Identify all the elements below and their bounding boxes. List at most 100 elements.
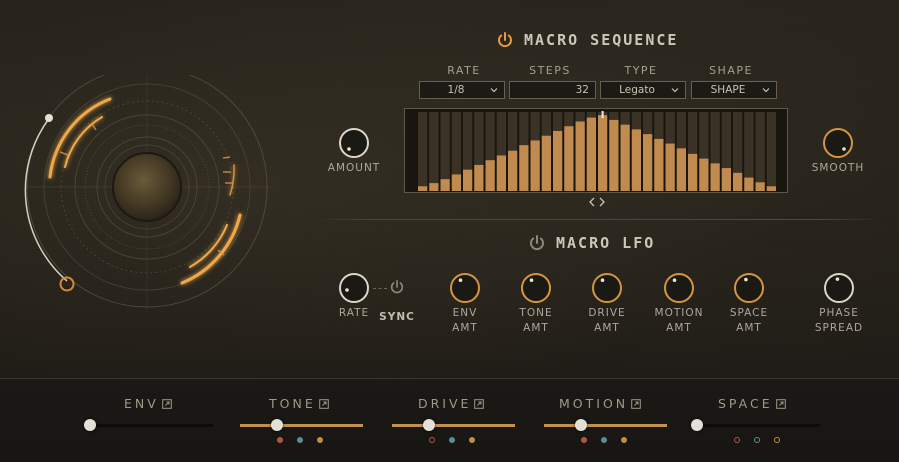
step-bar[interactable] <box>643 134 653 191</box>
slot-motion-slider[interactable] <box>544 419 667 431</box>
slot-label-text: TONE <box>269 396 316 411</box>
drive-amt-knob[interactable] <box>591 272 623 304</box>
mod-source-dot[interactable] <box>774 437 780 443</box>
rate-label: RATE <box>447 64 481 77</box>
chevron-down-icon <box>671 88 679 93</box>
mod-source-dot[interactable] <box>297 437 303 443</box>
slot-modulation-dots <box>734 437 780 443</box>
type-dropdown[interactable]: Legato <box>600 81 686 99</box>
playhead-marker <box>601 111 604 118</box>
slot-label-text: DRIVE <box>418 396 472 411</box>
external-link-icon[interactable] <box>631 398 641 409</box>
power-icon[interactable] <box>496 31 514 49</box>
smooth-knob[interactable] <box>822 127 854 159</box>
motion-amt-knob[interactable] <box>663 272 695 304</box>
step-bar[interactable] <box>676 148 686 191</box>
step-slot[interactable] <box>418 112 428 191</box>
amount-knob[interactable] <box>338 127 370 159</box>
step-bar[interactable] <box>733 172 743 191</box>
step-bar[interactable] <box>440 179 450 191</box>
step-bar[interactable] <box>631 129 641 191</box>
step-bar[interactable] <box>530 140 540 191</box>
step-bar[interactable] <box>418 186 428 191</box>
macro-orb-visualizer[interactable] <box>20 75 275 330</box>
slider-thumb[interactable] <box>691 419 703 431</box>
slider-thumb[interactable] <box>574 419 587 431</box>
shape-dropdown[interactable]: SHAPE <box>691 81 777 99</box>
step-bar[interactable] <box>485 160 495 191</box>
step-bar[interactable] <box>508 150 518 191</box>
env-amt-label-line1: ENV <box>452 307 478 319</box>
step-bar[interactable] <box>721 168 731 191</box>
slot-env-label[interactable]: ENV <box>124 396 172 411</box>
lfo-rate-knob[interactable] <box>338 272 370 304</box>
mod-source-dot[interactable] <box>754 437 760 443</box>
mod-source-dot[interactable] <box>429 437 435 443</box>
step-slot[interactable] <box>440 112 450 191</box>
step-bar[interactable] <box>451 174 461 191</box>
slot-motion-label[interactable]: MOTION <box>559 396 641 411</box>
slot-env-slider[interactable] <box>84 419 213 431</box>
step-bar[interactable] <box>620 124 630 191</box>
mod-source-dot[interactable] <box>581 437 587 443</box>
env-amt-knob[interactable] <box>449 272 481 304</box>
mod-source-dot[interactable] <box>469 437 475 443</box>
slot-space-slider[interactable] <box>691 419 820 431</box>
slider-thumb[interactable] <box>84 419 96 431</box>
slider-fill <box>392 424 515 427</box>
steps-field[interactable]: 32 <box>509 81 596 99</box>
tone-amt-knob[interactable] <box>520 272 552 304</box>
step-sequencer[interactable] <box>404 108 788 193</box>
step-bar[interactable] <box>575 121 585 191</box>
step-bar[interactable] <box>541 135 551 191</box>
step-bars[interactable] <box>405 109 789 194</box>
mod-source-dot[interactable] <box>621 437 627 443</box>
space-amt-knob[interactable] <box>733 272 765 304</box>
mod-source-dot[interactable] <box>277 437 283 443</box>
slot-tone-label[interactable]: TONE <box>269 396 329 411</box>
steps-label: STEPS <box>529 64 571 77</box>
step-bar[interactable] <box>496 155 506 191</box>
slot-drive-slider[interactable] <box>392 419 515 431</box>
mod-source-dot[interactable] <box>734 437 740 443</box>
rate-dropdown[interactable]: 1/8 <box>419 81 505 99</box>
step-bar[interactable] <box>474 164 484 191</box>
step-bar[interactable] <box>598 115 608 191</box>
phase-spread-knob[interactable] <box>823 272 855 304</box>
step-bar[interactable] <box>665 143 675 191</box>
orb-start-handle <box>45 114 53 122</box>
slot-tone-slider[interactable] <box>240 419 363 431</box>
external-link-icon[interactable] <box>162 398 172 409</box>
step-slot[interactable] <box>766 112 776 191</box>
step-bar[interactable] <box>766 186 776 191</box>
step-bar[interactable] <box>755 182 765 191</box>
slider-thumb[interactable] <box>422 419 435 431</box>
step-bar[interactable] <box>564 126 574 191</box>
step-bar[interactable] <box>609 119 619 191</box>
external-link-icon[interactable] <box>318 398 329 409</box>
mod-source-dot[interactable] <box>601 437 607 443</box>
step-bar[interactable] <box>586 117 596 191</box>
step-bar[interactable] <box>688 153 698 191</box>
step-slot[interactable] <box>755 112 765 191</box>
scroll-arrows-icon[interactable] <box>588 197 606 207</box>
step-bar[interactable] <box>463 169 473 191</box>
slot-drive-label[interactable]: DRIVE <box>418 396 485 411</box>
step-bar[interactable] <box>519 145 529 191</box>
step-bar[interactable] <box>429 183 439 191</box>
external-link-icon[interactable] <box>474 398 485 409</box>
sync-power-icon[interactable] <box>389 279 405 295</box>
step-bar[interactable] <box>744 177 754 191</box>
slot-label-text: SPACE <box>718 396 773 411</box>
step-bar[interactable] <box>710 163 720 191</box>
slider-thumb[interactable] <box>270 419 283 431</box>
step-bar[interactable] <box>699 158 709 191</box>
slot-space-label[interactable]: SPACE <box>718 396 786 411</box>
step-bar[interactable] <box>553 130 563 191</box>
external-link-icon[interactable] <box>775 398 786 409</box>
step-bar[interactable] <box>654 138 664 191</box>
power-icon[interactable] <box>528 234 546 252</box>
mod-source-dot[interactable] <box>317 437 323 443</box>
mod-source-dot[interactable] <box>449 437 455 443</box>
step-slot[interactable] <box>429 112 439 191</box>
